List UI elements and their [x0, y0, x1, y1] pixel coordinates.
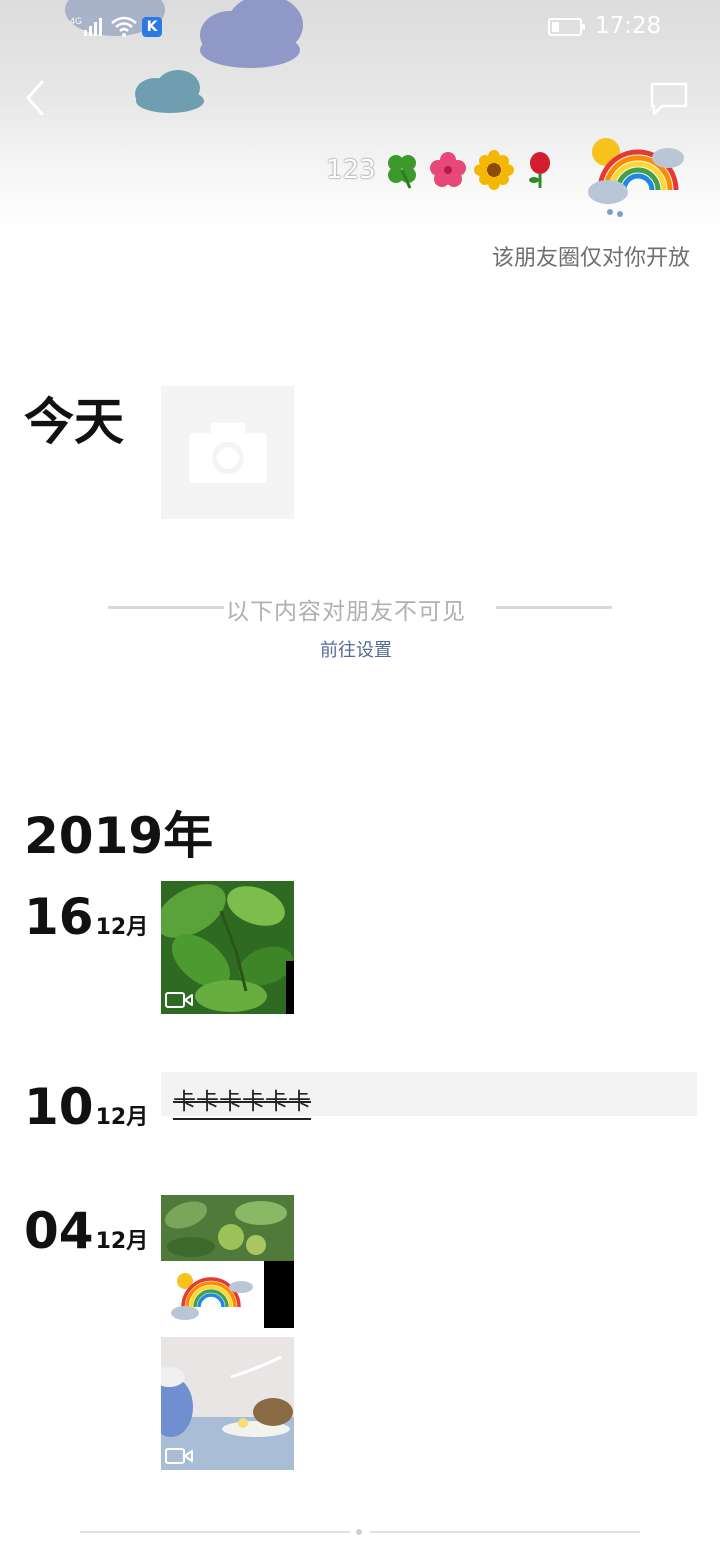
post-day: 10 — [24, 1078, 94, 1136]
svg-text:4G: 4G — [70, 16, 82, 26]
post-month: 12月 — [95, 1229, 149, 1254]
rose-emoji-icon — [528, 152, 550, 188]
end-of-feed-line — [370, 1531, 640, 1533]
post-date: 10 12月 — [24, 1072, 148, 1132]
post-date: 04 12月 — [24, 1196, 148, 1256]
app-notification-icon: K — [142, 17, 162, 37]
four-leaf-clover-emoji-icon — [387, 155, 416, 189]
status-bar: 4G K 17:28 — [0, 0, 720, 56]
message-icon[interactable] — [648, 80, 690, 118]
back-arrow-icon[interactable] — [20, 78, 52, 118]
go-to-settings-link[interactable]: 前往设置 — [320, 636, 392, 662]
wifi-icon — [111, 16, 137, 37]
image-collage-thumbnail[interactable] — [161, 1195, 294, 1328]
post-date: 16 12月 — [24, 882, 148, 942]
hidden-content-note: 以下内容对朋友不可见 — [226, 599, 466, 625]
profile-nickname: 123 — [326, 148, 560, 192]
profile-avatar[interactable] — [580, 128, 690, 228]
video-camera-icon — [165, 1448, 193, 1464]
end-of-feed-line — [80, 1531, 350, 1533]
hibiscus-emoji-icon — [429, 152, 466, 187]
today-label: 今天 — [24, 393, 124, 451]
video-thumbnail[interactable] — [161, 881, 294, 1014]
post-month: 12月 — [95, 915, 149, 940]
status-time: 17:28 — [595, 13, 662, 39]
camera-icon — [188, 422, 267, 483]
post-day: 16 — [24, 888, 94, 946]
collage-photo — [161, 1195, 294, 1328]
cellular-signal-icon: 4G — [70, 16, 102, 36]
post-day: 04 — [24, 1202, 94, 1260]
video-camera-icon — [165, 992, 193, 1008]
end-of-feed-dot — [356, 1529, 362, 1535]
video-thumbnail[interactable] — [161, 1337, 294, 1470]
visibility-note: 该朋友圈仅对你开放 — [491, 246, 690, 271]
cloud-decoration — [135, 70, 204, 113]
sunflower-emoji-icon — [473, 150, 514, 190]
battery-icon — [548, 18, 585, 36]
nickname-text: 123 — [326, 155, 376, 185]
divider-line-right — [496, 606, 612, 609]
post-new-moment-button[interactable] — [161, 386, 294, 519]
text-post-content: 卡卡卡卡卡卡 — [173, 1082, 311, 1120]
year-heading: 2019年 — [24, 807, 214, 865]
post-month: 12月 — [95, 1105, 149, 1130]
divider-line-left — [108, 606, 224, 609]
text-post[interactable]: 卡卡卡卡卡卡 — [161, 1072, 697, 1120]
